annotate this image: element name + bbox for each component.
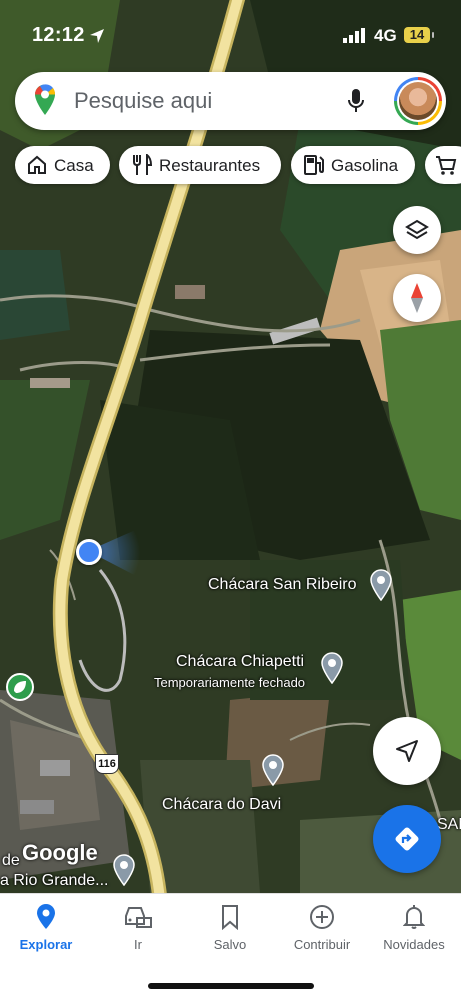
road-shield-number: 116 (98, 758, 116, 770)
place-status-chiapetti: Temporariamente fechado (154, 675, 306, 690)
layers-button[interactable] (393, 206, 441, 254)
map-pin-icon (262, 754, 284, 786)
bell-icon (402, 905, 426, 929)
nav-go-label: Ir (134, 937, 142, 952)
google-maps-logo-icon (35, 84, 56, 115)
road-shield: 116 (95, 754, 119, 774)
chip-gas[interactable]: Gasolina (291, 146, 415, 184)
chip-shopping[interactable] (425, 146, 461, 184)
avatar-photo (399, 82, 437, 120)
chip-restaurants-label: Restaurantes (159, 156, 261, 175)
nav-explore[interactable]: Explorar (0, 904, 92, 952)
chip-home[interactable]: Casa (15, 146, 110, 184)
chip-gas-label: Gasolina (331, 156, 399, 175)
nav-updates-label: Novidades (383, 937, 445, 952)
map-pin-icon (370, 569, 392, 601)
park-marker[interactable] (6, 673, 34, 701)
battery-indicator: 14 (404, 27, 434, 43)
nav-explore-label: Explorar (19, 937, 73, 952)
avatar[interactable] (394, 77, 442, 125)
edge-label-right: SAN (437, 816, 461, 833)
nav-saved-label: Salvo (213, 937, 247, 952)
directions-icon (395, 827, 419, 851)
network-type: 4G (374, 26, 397, 45)
add-circle-icon (310, 905, 334, 929)
edge-label-left-bottom: a Rio Grande... (0, 872, 109, 889)
chip-restaurants[interactable]: Restaurantes (119, 146, 281, 184)
nav-go[interactable]: Ir (92, 904, 184, 952)
explore-pin-icon (37, 904, 55, 929)
car-icon (125, 907, 152, 928)
home-icon (28, 155, 46, 174)
place-label-davi[interactable]: Chácara do Davi (162, 796, 281, 814)
compass-button[interactable] (393, 274, 441, 322)
gas-station-icon (304, 155, 324, 175)
place-label-san-ribeiro[interactable]: Chácara San Ribeiro (208, 576, 357, 594)
cart-icon (436, 156, 457, 175)
search-bar[interactable]: Pesquise aqui (15, 72, 446, 130)
layers-icon (405, 219, 429, 240)
map-pin-icon (113, 854, 135, 886)
bookmark-icon (222, 905, 238, 931)
leaf-icon (14, 681, 26, 693)
microphone-icon[interactable] (347, 88, 365, 114)
location-arrow-icon (90, 29, 104, 43)
status-bar: 12:12 4G 14 (0, 0, 461, 62)
chip-home-label: Casa (54, 156, 94, 175)
compass-icon (411, 283, 423, 313)
status-time: 12:12 (32, 24, 85, 46)
search-input[interactable]: Pesquise aqui (74, 88, 212, 114)
place-label-chiapetti[interactable]: Chácara Chiapetti (176, 653, 304, 671)
nav-saved[interactable]: Salvo (184, 904, 276, 952)
edge-label-left-top: de (2, 852, 20, 869)
directions-button[interactable] (373, 805, 441, 873)
current-location-dot (76, 539, 102, 565)
home-indicator[interactable] (148, 983, 314, 989)
navigation-arrow-icon (396, 740, 418, 762)
restaurant-icon (133, 154, 153, 175)
nav-updates[interactable]: Novidades (368, 904, 460, 952)
nav-contribute[interactable]: Contribuir (276, 904, 368, 952)
google-attribution: Google (22, 840, 98, 865)
map-pin-icon (321, 652, 343, 684)
my-location-button[interactable] (373, 717, 441, 785)
nav-contribute-label: Contribuir (293, 937, 351, 952)
signal-bars-icon (343, 28, 365, 43)
